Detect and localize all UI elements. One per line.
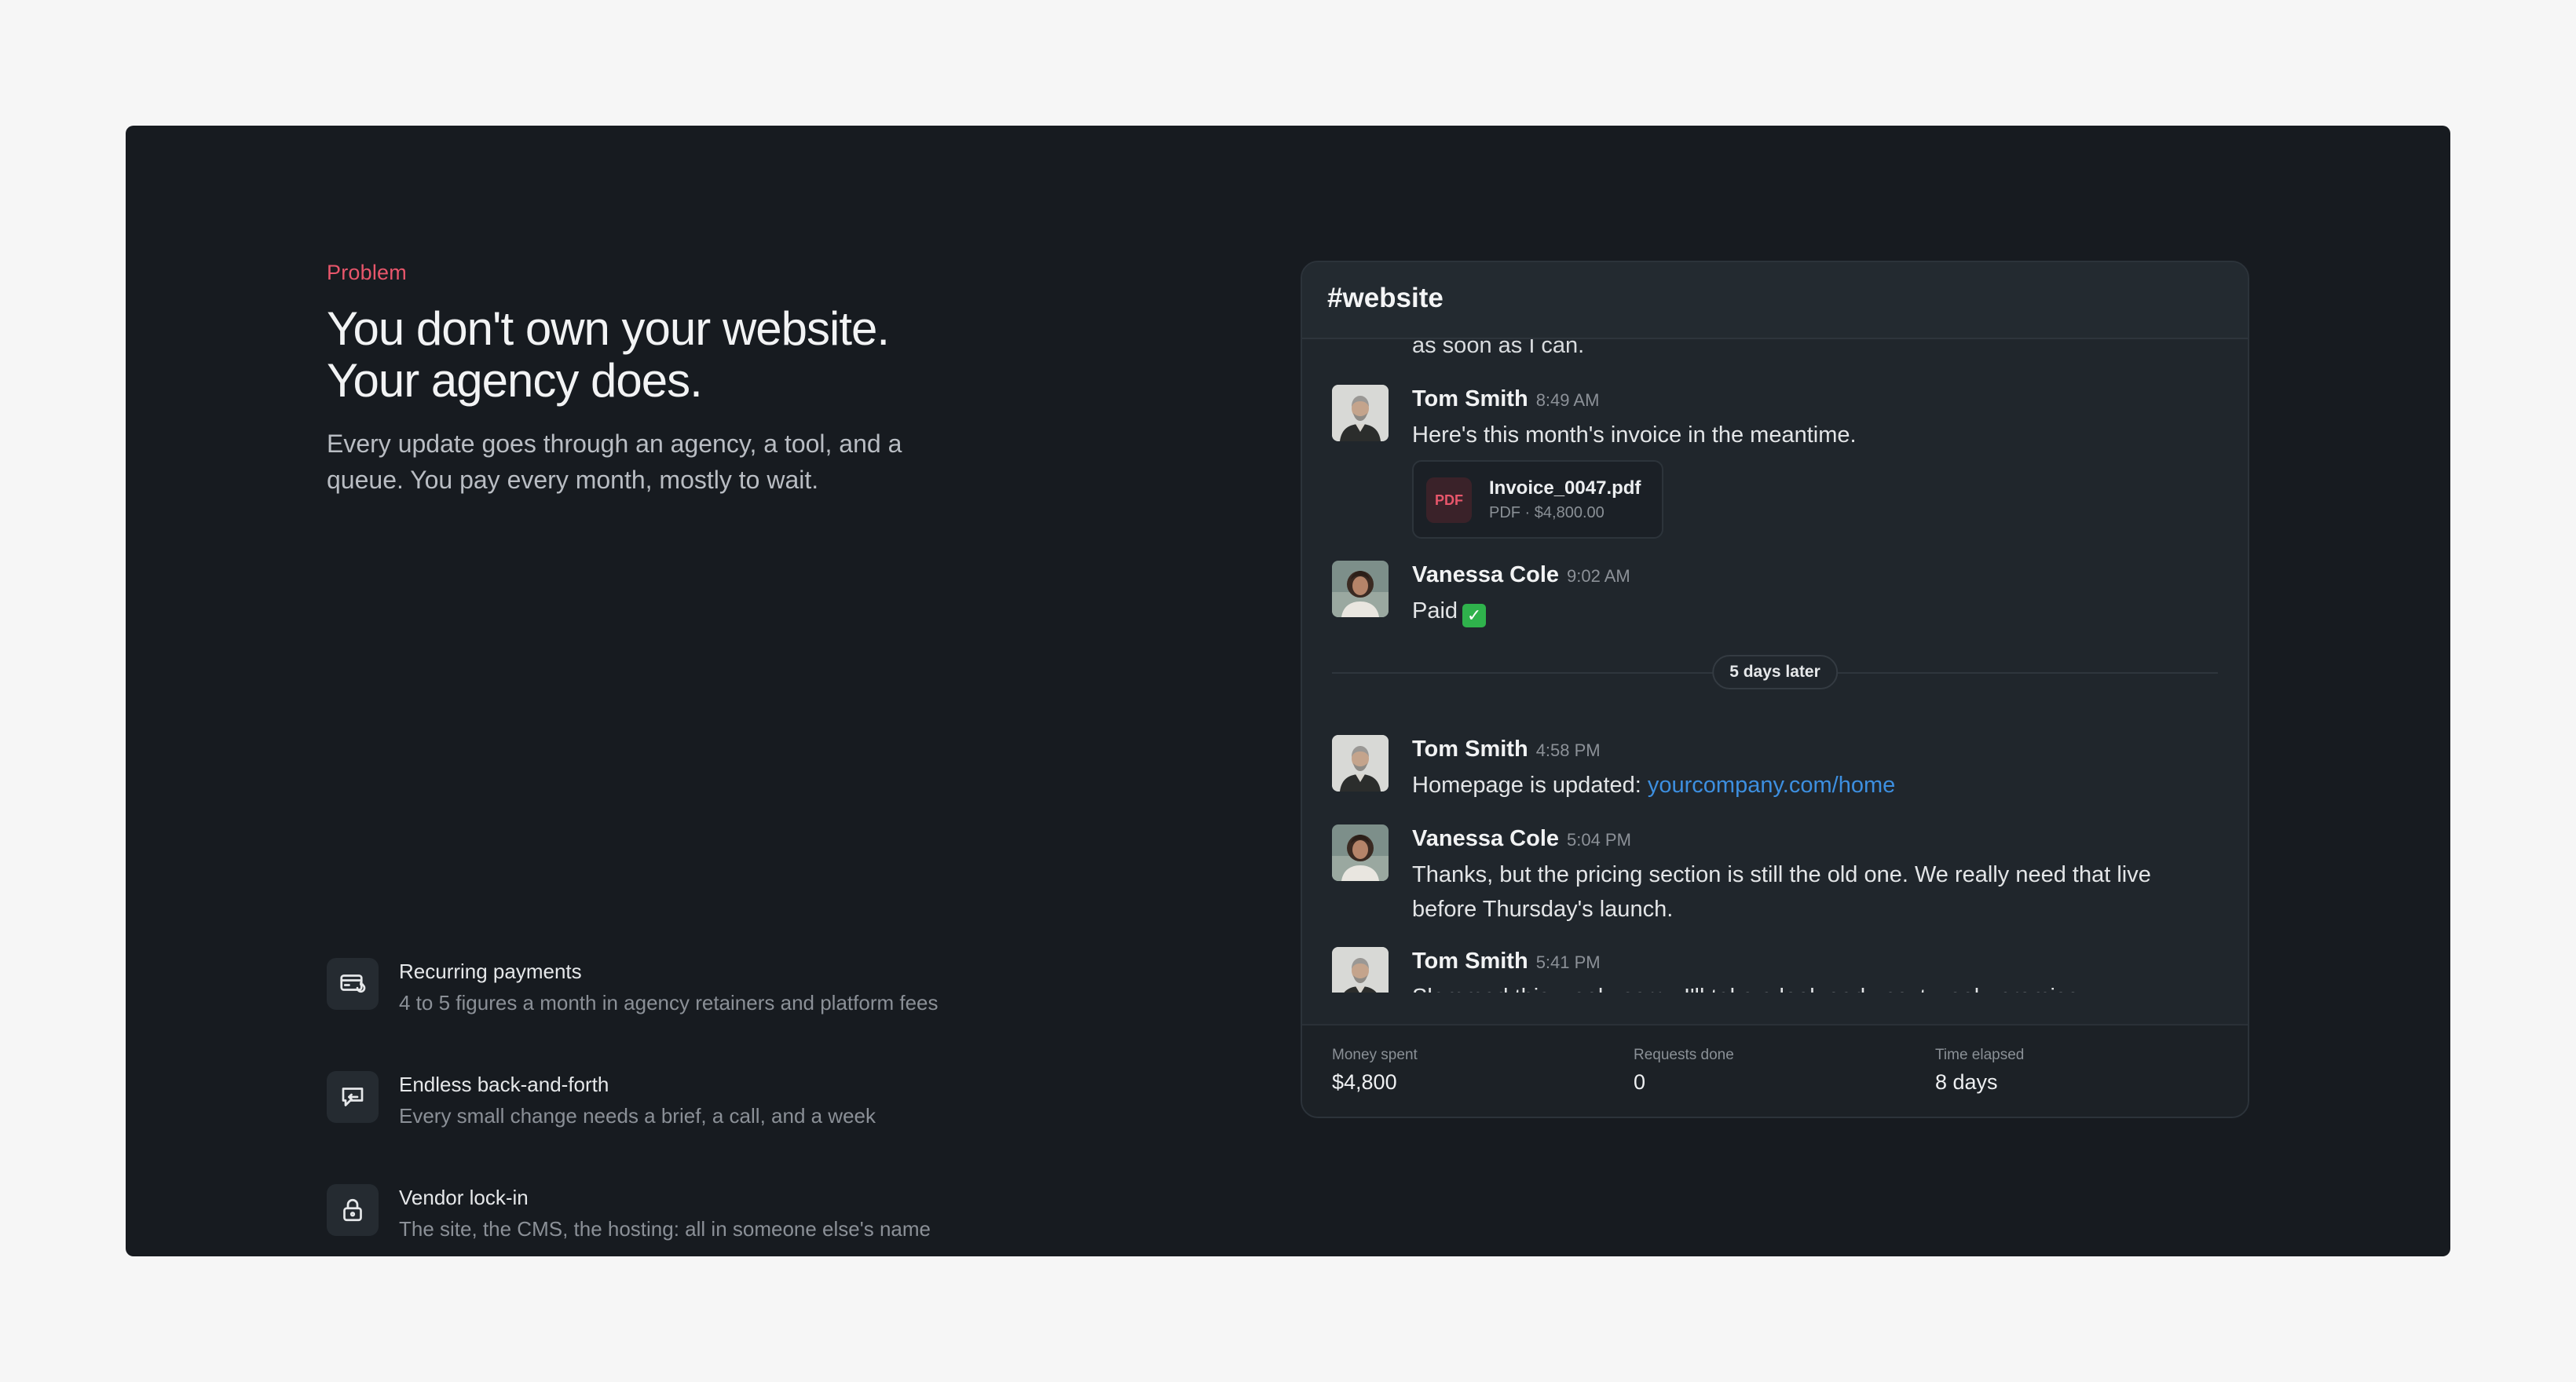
message-text: Thanks, but the pricing section is still… — [1412, 862, 2151, 922]
message-text: Slammed this week, sorry. I'll take a lo… — [1412, 980, 2197, 993]
problem-section: Problem You don't own your website. Your… — [126, 126, 2450, 1256]
avatar — [1332, 824, 1389, 881]
chat-stats: Money spent $4,800 Requests done 0 Time … — [1302, 1024, 2248, 1117]
section-subtitle: Every update goes through an agency, a t… — [327, 430, 902, 494]
channel-name: #website — [1327, 283, 1444, 313]
credit-card-icon — [327, 958, 379, 1010]
feature-title: Recurring payments — [399, 960, 582, 983]
message-time: 5:41 PM — [1535, 952, 1601, 972]
feature-title: Vendor lock-in — [399, 1186, 529, 1209]
stat-label: Requests done — [1634, 1047, 1734, 1063]
stat-requests-done: Requests done 0 — [1634, 1046, 1734, 1096]
feature-recurring-payments: Recurring payments 4 to 5 figures a mont… — [327, 958, 1034, 1021]
section-eyebrow: Problem — [327, 261, 407, 284]
pdf-attachment[interactable]: PDF Invoice_0047.pdf PDF · $4,800.00 — [1412, 460, 1663, 539]
stat-value: 0 — [1634, 1070, 1646, 1094]
chat-header: #website — [1302, 262, 2248, 339]
message-time: 4:58 PM — [1535, 740, 1601, 760]
headline-line-1: You don't own your website. — [327, 302, 890, 355]
message-time: 8:49 AM — [1535, 390, 1600, 410]
homepage-link[interactable]: yourcompany.com/home — [1648, 773, 1895, 798]
lock-icon — [327, 1184, 379, 1236]
stat-value: 8 days — [1935, 1070, 1998, 1094]
feature-back-and-forth: Endless back-and-forth Every small chang… — [327, 1071, 1034, 1134]
attachment-name: Invoice_0047.pdf — [1489, 477, 1641, 499]
message-text: Paid ✓ — [1412, 594, 2197, 628]
feature-description: Every small change needs a brief, a call… — [399, 1104, 876, 1128]
chat-window: #website as soon as I can. Tom Smith 8:4… — [1301, 261, 2249, 1118]
message-text: Homepage is updated: yourcompany.com/hom… — [1412, 773, 1896, 798]
time-gap-divider: 5 days later — [1332, 655, 2218, 689]
avatar — [1332, 385, 1389, 441]
feature-description: The site, the CMS, the hosting: all in s… — [399, 1217, 931, 1241]
sender-name: Tom Smith 4:58 PM — [1412, 737, 1601, 762]
feature-title: Endless back-and-forth — [399, 1073, 609, 1096]
problem-copy: Problem You don't own your website. Your… — [327, 126, 1112, 1256]
pdf-file-icon: PDF — [1426, 477, 1472, 523]
time-gap-label: 5 days later — [1712, 655, 1838, 689]
message-time: 5:04 PM — [1567, 830, 1631, 850]
clipped-message-text: as soon as I can. — [1412, 339, 1585, 358]
sender-name: Tom Smith 8:49 AM — [1412, 386, 1600, 411]
avatar — [1332, 947, 1389, 993]
attachment-meta: PDF · $4,800.00 — [1489, 504, 1605, 521]
stat-value: $4,800 — [1332, 1070, 1397, 1094]
message-text: Here's this month's invoice in the meant… — [1412, 422, 1857, 448]
avatar — [1332, 735, 1389, 792]
sender-name: Vanessa Cole 5:04 PM — [1412, 826, 1631, 851]
headline-line-2: Your agency does. — [327, 354, 703, 407]
section-headline: You don't own your website. Your agency … — [327, 302, 890, 407]
sender-name: Tom Smith 5:41 PM — [1412, 949, 1601, 974]
feature-description: 4 to 5 figures a month in agency retaine… — [399, 991, 939, 1015]
message-time: 9:02 AM — [1567, 566, 1630, 586]
stat-label: Money spent — [1332, 1047, 1418, 1063]
avatar — [1332, 561, 1389, 617]
chat-loop-icon — [327, 1071, 379, 1123]
stat-time-elapsed: Time elapsed 8 days — [1935, 1046, 2024, 1096]
feature-vendor-lock-in: Vendor lock-in The site, the CMS, the ho… — [327, 1184, 1034, 1247]
stat-label: Time elapsed — [1935, 1047, 2025, 1063]
sender-name: Vanessa Cole 9:02 AM — [1412, 562, 1630, 587]
check-mark-icon: ✓ — [1462, 604, 1487, 627]
stat-money-spent: Money spent $4,800 — [1332, 1046, 1418, 1096]
